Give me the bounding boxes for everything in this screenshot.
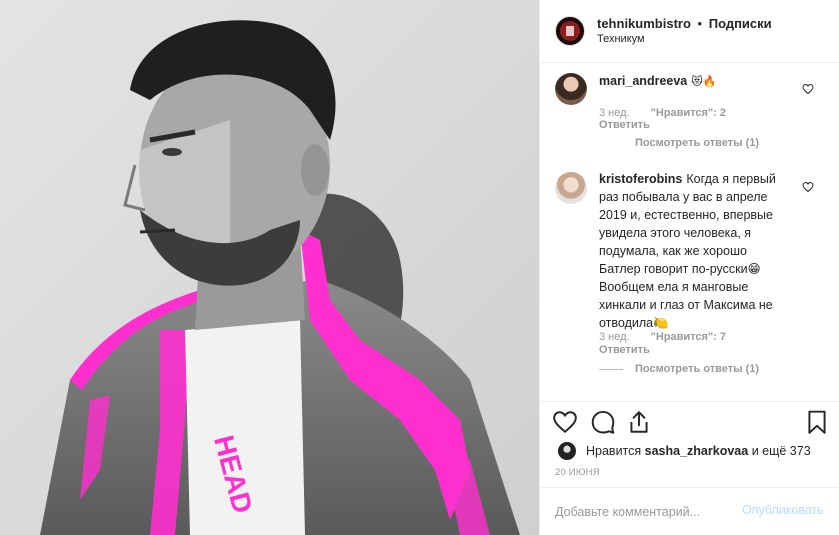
reply-button[interactable]: Ответить: [599, 344, 650, 356]
post-actions: [540, 401, 839, 441]
liker-username[interactable]: sasha_zharkovaa: [645, 444, 749, 458]
comment-likes[interactable]: "Нравится": 7: [651, 331, 726, 343]
post-header: tehnikumbistro • Подписки Техникум: [540, 0, 839, 63]
view-replies-button[interactable]: Посмотреть ответы (1): [599, 137, 759, 149]
liker-avatar[interactable]: [558, 442, 576, 460]
comment-heart-icon[interactable]: [802, 82, 814, 95]
post-photo[interactable]: HEAD: [0, 0, 539, 535]
likes-summary-text: Нравится sasha_zharkovaa и ещё 373: [586, 444, 811, 458]
comment-avatar[interactable]: [555, 172, 587, 204]
likes-others[interactable]: и ещё 373: [752, 444, 811, 458]
share-icon[interactable]: [626, 409, 652, 435]
view-replies-label: Посмотреть ответы (1): [635, 363, 760, 375]
publish-button[interactable]: Опубликовать: [742, 503, 824, 517]
heart-icon[interactable]: [552, 409, 578, 435]
view-replies-label: Посмотреть ответы (1): [635, 137, 760, 149]
comment-avatar[interactable]: [555, 73, 587, 105]
comment-likes[interactable]: "Нравится": 2: [651, 107, 726, 119]
comment-username[interactable]: kristoferobins: [599, 172, 682, 186]
replies-divider: [599, 368, 623, 370]
following-button[interactable]: Подписки: [709, 16, 772, 31]
author-username-link[interactable]: tehnikumbistro: [597, 16, 691, 31]
comment-input[interactable]: [555, 501, 745, 523]
comment-text: Когда я первый раз побывала у вас в апре…: [599, 172, 776, 330]
comment-time[interactable]: 3 нед.: [599, 331, 630, 343]
comment-text: 😻🔥: [691, 75, 717, 88]
comment-body: kristoferobins Когда я первый раз побывал…: [599, 170, 789, 332]
author-avatar[interactable]: [555, 16, 585, 46]
post-sidebar: tehnikumbistro • Подписки Техникум mari_…: [539, 0, 839, 535]
comment-heart-icon[interactable]: [802, 180, 814, 193]
reply-button[interactable]: Ответить: [599, 119, 650, 131]
comment-bubble-icon[interactable]: [590, 409, 616, 435]
add-comment-form: Опубликовать: [540, 487, 839, 535]
post-header-line: tehnikumbistro • Подписки: [597, 16, 772, 31]
comment-username[interactable]: mari_andreeva: [599, 74, 687, 88]
header-separator: •: [697, 16, 703, 31]
comment-body: mari_andreeva 😻🔥: [599, 72, 789, 91]
view-replies-button[interactable]: Посмотреть ответы (1): [599, 363, 759, 375]
comments-list[interactable]: mari_andreeva 😻🔥 3 нед. "Нравится": 2 Отв…: [540, 64, 839, 400]
photo-illustration: HEAD: [0, 0, 539, 535]
comment-meta: 3 нед. "Нравится": 7: [599, 331, 726, 344]
likes-prefix: Нравится: [586, 444, 642, 458]
bookmark-icon[interactable]: [804, 409, 830, 435]
comment-time[interactable]: 3 нед.: [599, 107, 630, 119]
location-link[interactable]: Техникум: [597, 33, 645, 45]
post-date[interactable]: 20 ИЮНЯ: [555, 467, 600, 478]
